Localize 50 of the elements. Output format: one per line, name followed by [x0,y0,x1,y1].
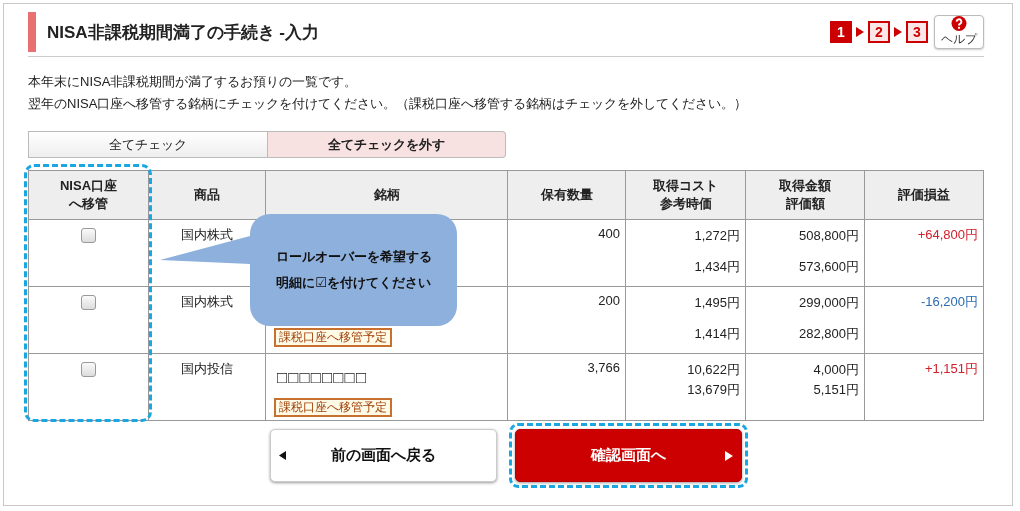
column-header: 評価損益 [864,170,984,220]
cell-value: 573,600円 [798,258,859,276]
question-icon [951,16,967,31]
column-header: NISA口座 へ移管 [28,170,149,220]
cell-value: 508,800円 [798,227,859,245]
checkbox[interactable] [81,362,96,377]
checkbox[interactable] [81,228,96,243]
callout-text: ロールオーバーを希望する 明細に☑を付けてください [275,248,432,292]
toggle-button[interactable]: 全てチェック [28,131,268,158]
table-cell: 400 [507,219,626,287]
arrow-icon [856,27,864,37]
column-header: 商品 [148,170,266,220]
arrow-icon [894,27,902,37]
right-triangle-icon [725,450,733,461]
step-indicator: 1 [830,21,852,43]
cell-value: 299,000円 [798,294,859,312]
cell-value: 10,622円 [686,361,740,379]
instruction-text: 本年末にNISA非課税期間が満了するお預りの一覧です。 [28,73,359,91]
cell-value: 5,151円 [812,381,859,399]
column-header: 銘柄 [265,170,508,220]
transfer-tag: 課税口座へ移管予定 [274,328,392,347]
cell-value: 1,495円 [693,294,740,312]
checkbox[interactable] [81,295,96,310]
cell-value: 1,434円 [693,258,740,276]
column-header: 保有数量 [507,170,626,220]
toggle-button[interactable]: 全てチェックを外す [267,131,506,158]
left-triangle-icon [279,451,286,460]
table-cell: 国内投信 [148,353,266,421]
profit-value: -16,200円 [920,294,978,309]
step-indicator: 2 [868,21,890,43]
profit-value: +64,800円 [917,227,978,242]
title-accent-bar [28,12,36,52]
page-title: NISA非課税期間満了の手続き -入力 [47,21,320,44]
fund-name: □□□□□□□□ [277,368,369,388]
column-header: 取得金額 評価額 [745,170,865,220]
cell-value: 1,272円 [693,227,740,245]
profit-value: +1,151円 [924,361,978,376]
next-button[interactable]: 確認画面へ [515,429,742,482]
back-button[interactable]: 前の画面へ戻る [270,429,497,482]
cell-value: 282,800円 [798,325,859,343]
transfer-tag: 課税口座へ移管予定 [274,398,392,417]
column-header: 取得コスト 参考時価 [625,170,746,220]
help-button[interactable]: ヘルプ [934,15,984,49]
instruction-text: 翌年のNISA口座へ移管する銘柄にチェックを付けてください。（課税口座へ移管する銘柄はチェックを外してください。） [28,95,749,113]
step-indicator: 3 [906,21,928,43]
table-cell: 3,766 [507,353,626,421]
cell-value: 1,414円 [693,325,740,343]
table-cell: 200 [507,286,626,354]
cell-value: 4,000円 [812,361,859,379]
cell-value: 13,679円 [686,381,740,399]
